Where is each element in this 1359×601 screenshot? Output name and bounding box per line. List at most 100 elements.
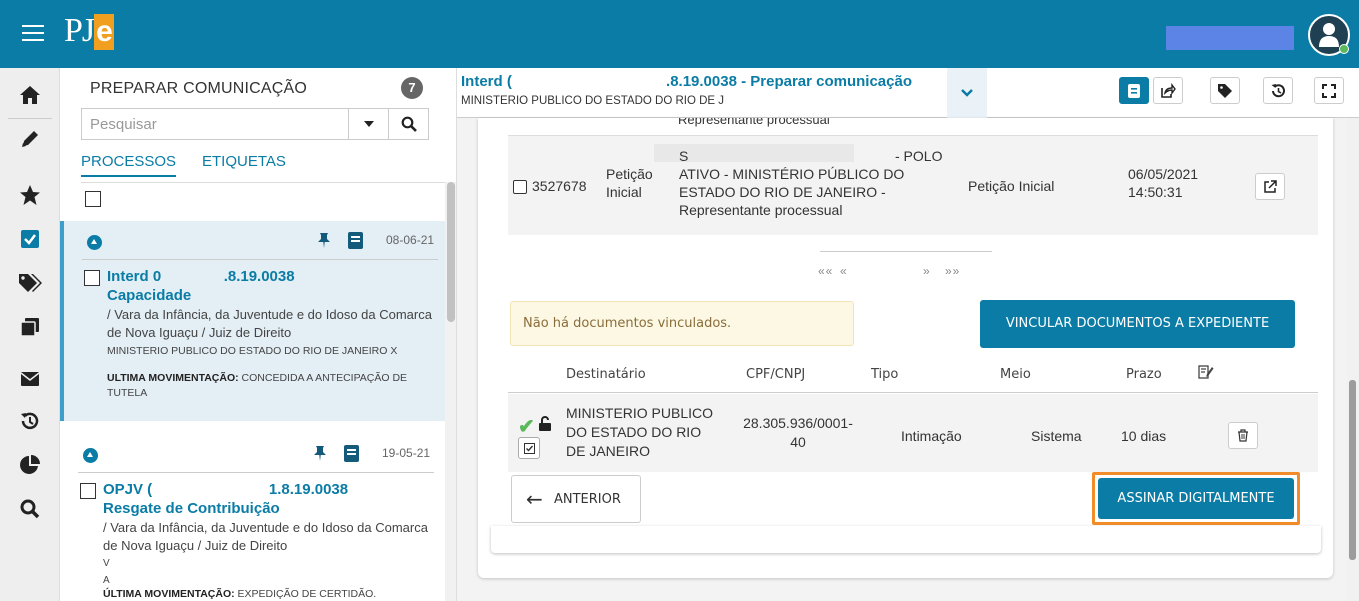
tag-icon: [1218, 83, 1232, 98]
cpf-line-2: 40: [790, 434, 806, 450]
pie-chart-icon[interactable]: [17, 452, 43, 478]
previous-row-text: Representante processual: [678, 118, 830, 127]
process-card[interactable]: 08-06-21 Interd 0 .8.19.0038 Capacidade …: [60, 221, 445, 421]
checkbox-icon[interactable]: [17, 226, 43, 252]
pje-logo[interactable]: PJe: [64, 12, 114, 50]
document-type: Petição Inicial: [606, 165, 666, 201]
list-scrollbar-thumb[interactable]: [447, 182, 455, 322]
search-icon[interactable]: [17, 496, 43, 522]
no-documents-alert: Não há documentos vinculados.: [510, 301, 854, 346]
panel-title: PREPARAR COMUNICAÇÃO: [90, 80, 308, 97]
document-row: 3527678 Petição Inicial S - POLO ATIVO -…: [508, 135, 1318, 235]
recipient-name: MINISTERIO PUBLICO DO ESTADO DO RIO DE J…: [566, 404, 741, 461]
menu-icon[interactable]: [22, 25, 44, 43]
document-datetime: 06/05/2021 14:50:31: [1128, 165, 1198, 201]
process-subject[interactable]: Capacidade: [107, 287, 191, 304]
name-prefix: S: [679, 148, 689, 164]
link-documents-button[interactable]: VINCULAR DOCUMENTOS A EXPEDIENTE: [980, 300, 1295, 348]
history-icon[interactable]: [17, 408, 43, 434]
recipient-cpf-cnpj: 28.305.936/0001- 40: [743, 414, 853, 452]
document-icon: [1128, 83, 1140, 98]
previous-document-row: Representante processual: [508, 118, 1318, 132]
communication-panel: Representante processual 3527678 Petição…: [478, 118, 1333, 578]
recipient-tipo: Intimação: [901, 428, 962, 444]
name-line-2: ATIVO - MINISTÉRIO PÚBLICO DO: [679, 166, 905, 182]
tag-button[interactable]: [1210, 77, 1240, 104]
trash-icon: [1238, 429, 1248, 442]
col-tipo: Tipo: [871, 367, 899, 382]
user-name-redacted: [1166, 26, 1294, 50]
page-subtitle: MINISTERIO PUBLICO DO ESTADO DO RIO DE J: [461, 95, 725, 107]
process-checkbox[interactable]: [84, 270, 100, 286]
left-nav-rail: [0, 68, 60, 601]
history-icon: [1271, 83, 1285, 97]
open-document-button[interactable]: [1255, 173, 1285, 200]
process-number[interactable]: Interd 0 .8.19.0038: [107, 268, 295, 285]
last-movement-value: EXPEDIÇÃO DE CERTIDÃO.: [237, 588, 377, 600]
unlock-icon: [538, 416, 552, 435]
col-destinatario: Destinatário: [566, 367, 646, 382]
process-card[interactable]: 19-05-21 OPJV ( 1.8.19.0038 Resgate de C…: [60, 434, 445, 601]
pin-icon[interactable]: [313, 445, 327, 466]
pager-last[interactable]: »»: [945, 264, 960, 278]
name-line-4: Representante processual: [679, 202, 843, 218]
recipient-prazo: 10 dias: [1121, 428, 1167, 444]
envelope-icon[interactable]: [17, 366, 43, 392]
process-number[interactable]: OPJV ( 1.8.19.0038: [103, 481, 348, 498]
pencil-icon[interactable]: [17, 126, 43, 152]
last-movement: ÚLTIMA MOVIMENTAÇÃO: EXPEDIÇÃO DE CERTID…: [103, 587, 438, 601]
book-icon[interactable]: [344, 445, 359, 462]
tab-etiquetas[interactable]: ETIQUETAS: [202, 153, 286, 170]
sign-digitally-button[interactable]: ASSINAR DIGITALMENTE: [1098, 478, 1294, 519]
recipient-line-3: DE JANEIRO: [566, 443, 651, 459]
count-badge: 7: [401, 77, 423, 99]
col-cpf-cnpj: CPF/CNPJ: [746, 367, 806, 382]
history-button[interactable]: [1263, 77, 1293, 104]
arrow-up-circle-icon[interactable]: [83, 448, 98, 463]
tags-icon[interactable]: [17, 270, 43, 296]
user-avatar[interactable]: [1308, 14, 1350, 56]
card-divider: [82, 259, 438, 260]
pager-first[interactable]: ««: [818, 264, 833, 278]
copy-icon[interactable]: [17, 314, 43, 340]
search-button[interactable]: [388, 109, 429, 139]
recipient-line-2: DO ESTADO DO RIO: [566, 424, 702, 440]
search-input[interactable]: [82, 109, 348, 139]
caret-down-icon: [363, 121, 374, 127]
process-subject[interactable]: Resgate de Contribuição: [103, 500, 280, 517]
document-time: 14:50:31: [1128, 184, 1183, 200]
home-icon[interactable]: [17, 82, 43, 108]
process-date: 19-05-21: [382, 446, 431, 460]
search-dropdown-button[interactable]: [348, 109, 388, 139]
checkbox-icon: [523, 442, 535, 454]
pager-next[interactable]: »: [923, 264, 931, 278]
select-recipient-button[interactable]: [518, 437, 540, 459]
process-checkbox[interactable]: [80, 483, 96, 499]
process-parties-a: V: [103, 558, 110, 569]
document-view-button[interactable]: [1119, 77, 1149, 104]
pager-prev[interactable]: «: [840, 264, 848, 278]
share-button[interactable]: [1153, 77, 1183, 104]
fullscreen-button[interactable]: [1314, 77, 1344, 104]
document-date: 06/05/2021: [1128, 166, 1199, 182]
document-checkbox[interactable]: [513, 180, 527, 194]
recipients-table-header: Destinatário CPF/CNPJ Tipo Meio Prazo: [508, 361, 1318, 393]
expand-header-button[interactable]: [947, 68, 987, 118]
pin-icon[interactable]: [317, 232, 331, 253]
arrow-up-circle-icon[interactable]: [87, 235, 102, 250]
previous-button[interactable]: ← ANTERIOR: [511, 475, 641, 523]
process-parties: MINISTERIO PUBLICO DO ESTADO DO RIO DE J…: [107, 345, 398, 357]
chevron-down-icon: [961, 89, 973, 97]
process-date: 08-06-21: [386, 233, 435, 247]
col-meio: Meio: [1000, 367, 1031, 382]
sign-button-highlight: ASSINAR DIGITALMENTE: [1092, 472, 1300, 525]
star-icon[interactable]: [17, 182, 43, 208]
tab-processos[interactable]: PROCESSOS: [81, 153, 177, 177]
online-status-dot: [1339, 44, 1349, 54]
content-scrollbar-thumb[interactable]: [1349, 380, 1356, 560]
delete-recipient-button[interactable]: [1228, 422, 1258, 449]
document-type-text: Petição Inicial: [606, 166, 653, 200]
select-all-checkbox[interactable]: [85, 191, 101, 207]
recipient-line-1: MINISTERIO PUBLICO: [566, 405, 714, 421]
book-icon[interactable]: [348, 232, 363, 249]
